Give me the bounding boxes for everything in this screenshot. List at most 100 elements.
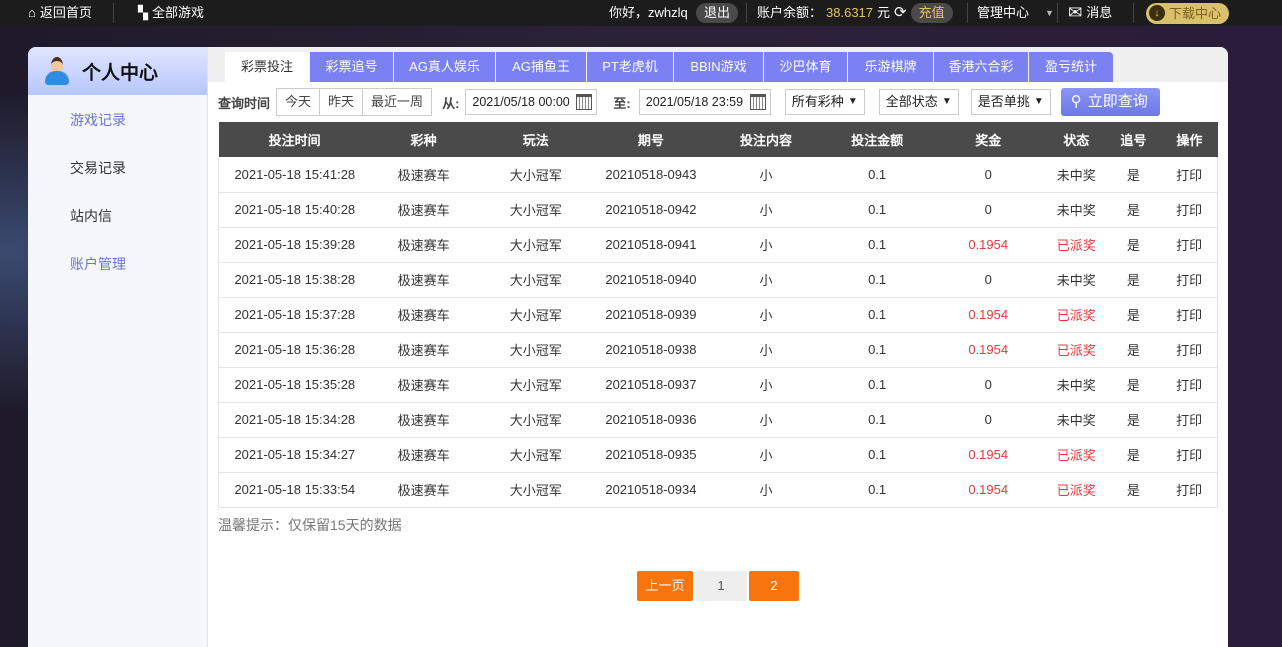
quick-range-group: 今天 昨天 最近一周 <box>276 88 433 116</box>
sidebar-item-transactions[interactable]: 交易记录 <box>70 158 126 178</box>
download-center-button[interactable]: ↓ 下载中心 <box>1146 2 1230 24</box>
all-games-link[interactable]: ▚ 全部游戏 <box>138 0 204 26</box>
print-action[interactable]: 打印 <box>1161 332 1219 368</box>
to-date-input[interactable]: 2021/05/18 23:59 <box>638 89 771 115</box>
column-header: 投注内容 <box>706 122 826 157</box>
chase: 是 <box>1105 472 1162 508</box>
print-action[interactable]: 打印 <box>1161 437 1219 473</box>
column-header: 奖金 <box>929 122 1048 157</box>
chase: 是 <box>1105 367 1162 403</box>
status-select[interactable]: 全部状态 ▼ <box>878 89 959 115</box>
bet-amount: 0.1 <box>825 367 930 403</box>
tab-saba-sports[interactable]: 沙巴体育 <box>764 52 847 82</box>
today-button[interactable]: 今天 <box>277 89 321 115</box>
mail-icon: ✉ <box>1068 3 1083 22</box>
print-action[interactable]: 打印 <box>1161 402 1219 438</box>
page-1-button[interactable]: 1 <box>695 571 747 601</box>
column-header: 彩种 <box>370 122 477 157</box>
admin-menu[interactable]: 管理中心 ▼ <box>977 0 1054 26</box>
single-select[interactable]: 是否单挑 ▼ <box>970 89 1051 115</box>
status: 未中奖 <box>1047 262 1106 298</box>
table-header: 投注时间 彩种 玩法 期号 投注内容 投注金额 奖金 状态 追号 操作 <box>218 122 1218 157</box>
lottery-type-select[interactable]: 所有彩种 ▼ <box>784 89 865 115</box>
sidebar-item-account[interactable]: 账户管理 <box>70 254 126 274</box>
logout-button[interactable]: 退出 <box>696 3 739 23</box>
from-date-input[interactable]: 2021/05/18 00:00 <box>465 89 598 115</box>
bet-content: 小 <box>706 297 826 333</box>
bet-content: 小 <box>706 332 826 368</box>
bet-amount: 0.1 <box>825 472 930 508</box>
lottery-type: 极速赛车 <box>370 192 477 228</box>
all-games-label: 全部游戏 <box>152 5 205 20</box>
tab-ag-live[interactable]: AG真人娱乐 <box>394 52 495 82</box>
tab-leyou-chess[interactable]: 乐游棋牌 <box>848 52 933 82</box>
status: 未中奖 <box>1047 367 1106 403</box>
tab-pt-slots[interactable]: PT老虎机 <box>587 52 673 82</box>
messages-link[interactable]: ✉ 消息 <box>1068 0 1112 26</box>
bet-content: 小 <box>706 367 826 403</box>
tab-lottery-chase[interactable]: 彩票追号 <box>310 52 393 82</box>
currency: 元 <box>877 5 891 20</box>
print-action[interactable]: 打印 <box>1161 297 1219 333</box>
play-type: 大小冠军 <box>476 262 595 298</box>
print-action[interactable]: 打印 <box>1161 192 1219 228</box>
table-row: 2021-05-18 15:33:54 极速赛车 大小冠军 20210518-0934… <box>217 472 1219 508</box>
greeting: 你好，zwhzlq <box>609 5 688 20</box>
status: 已派奖 <box>1047 297 1106 333</box>
sidebar-item-inbox[interactable]: 站内信 <box>70 206 112 226</box>
query-button[interactable]: ⚲ 立即查询 <box>1060 88 1160 116</box>
calendar-icon[interactable] <box>749 94 766 110</box>
lottery-type: 极速赛车 <box>370 157 477 193</box>
calendar-icon[interactable] <box>576 94 593 110</box>
tab-bar: 彩票投注 彩票追号 AG真人娱乐 AG捕鱼王 PT老虎机 BBIN游戏 沙巴体育… <box>208 47 1228 82</box>
print-action[interactable]: 打印 <box>1161 227 1219 263</box>
balance-label: 账户余额： <box>757 5 823 20</box>
home-link[interactable]: ⌂ 返回首页 <box>28 0 92 26</box>
lottery-type: 极速赛车 <box>370 332 477 368</box>
sidebar-header: 个人中心 <box>28 47 207 95</box>
recharge-button[interactable]: 充值 <box>910 3 953 23</box>
prize: 0 <box>929 157 1048 193</box>
issue-number: 20210518-0935 <box>594 437 707 473</box>
prize: 0.1954 <box>929 227 1048 263</box>
play-type: 大小冠军 <box>476 367 595 403</box>
print-action[interactable]: 打印 <box>1161 472 1219 508</box>
chase: 是 <box>1105 402 1162 438</box>
bet-time: 2021-05-18 15:36:28 <box>217 332 371 368</box>
user-avatar-icon <box>44 57 70 85</box>
tab-ag-fishing[interactable]: AG捕鱼王 <box>496 52 586 82</box>
bet-amount: 0.1 <box>825 262 930 298</box>
divider <box>113 3 114 23</box>
refresh-icon[interactable]: ⟳ <box>894 0 907 26</box>
prize: 0.1954 <box>929 297 1048 333</box>
print-action[interactable]: 打印 <box>1161 262 1219 298</box>
prize: 0.1954 <box>929 472 1048 508</box>
tab-lottery-bets[interactable]: 彩票投注 <box>225 52 309 82</box>
issue-number: 20210518-0939 <box>594 297 707 333</box>
play-type: 大小冠军 <box>476 297 595 333</box>
issue-number: 20210518-0936 <box>594 402 707 438</box>
tab-profit-loss[interactable]: 盈亏统计 <box>1029 52 1113 82</box>
lottery-type: 极速赛车 <box>370 367 477 403</box>
lottery-type: 极速赛车 <box>370 472 477 508</box>
issue-number: 20210518-0934 <box>594 472 707 508</box>
query-time-label: 查询时间 <box>218 95 271 111</box>
sidebar: 个人中心 游戏记录 交易记录 站内信 账户管理 <box>28 47 208 647</box>
prev-page-button[interactable]: 上一页 <box>637 571 693 601</box>
bet-time: 2021-05-18 15:33:54 <box>217 472 371 508</box>
filter-bar: 查询时间 今天 昨天 最近一周 从: 2021/05/18 00:00 至: 2… <box>218 88 1160 116</box>
last-week-button[interactable]: 最近一周 <box>363 89 431 115</box>
print-action[interactable]: 打印 <box>1161 367 1219 403</box>
print-action[interactable]: 打印 <box>1161 157 1219 193</box>
yesterday-button[interactable]: 昨天 <box>320 89 364 115</box>
top-bar: ⌂ 返回首页 ▚ 全部游戏 你好，zwhzlq 退出 账户余额： 38.6317 元 ⟳ 充… <box>0 0 1282 26</box>
column-header: 投注金额 <box>825 122 930 157</box>
page-2-button[interactable]: 2 <box>749 571 799 601</box>
tab-bbin[interactable]: BBIN游戏 <box>674 52 763 82</box>
table-row: 2021-05-18 15:40:28 极速赛车 大小冠军 20210518-0942… <box>217 192 1219 228</box>
tab-hk-mark-six[interactable]: 香港六合彩 <box>934 52 1028 82</box>
sidebar-item-game-records[interactable]: 游戏记录 <box>70 110 126 130</box>
bet-content: 小 <box>706 472 826 508</box>
sidebar-title: 个人中心 <box>82 62 159 84</box>
download-icon: ↓ <box>1149 5 1165 21</box>
